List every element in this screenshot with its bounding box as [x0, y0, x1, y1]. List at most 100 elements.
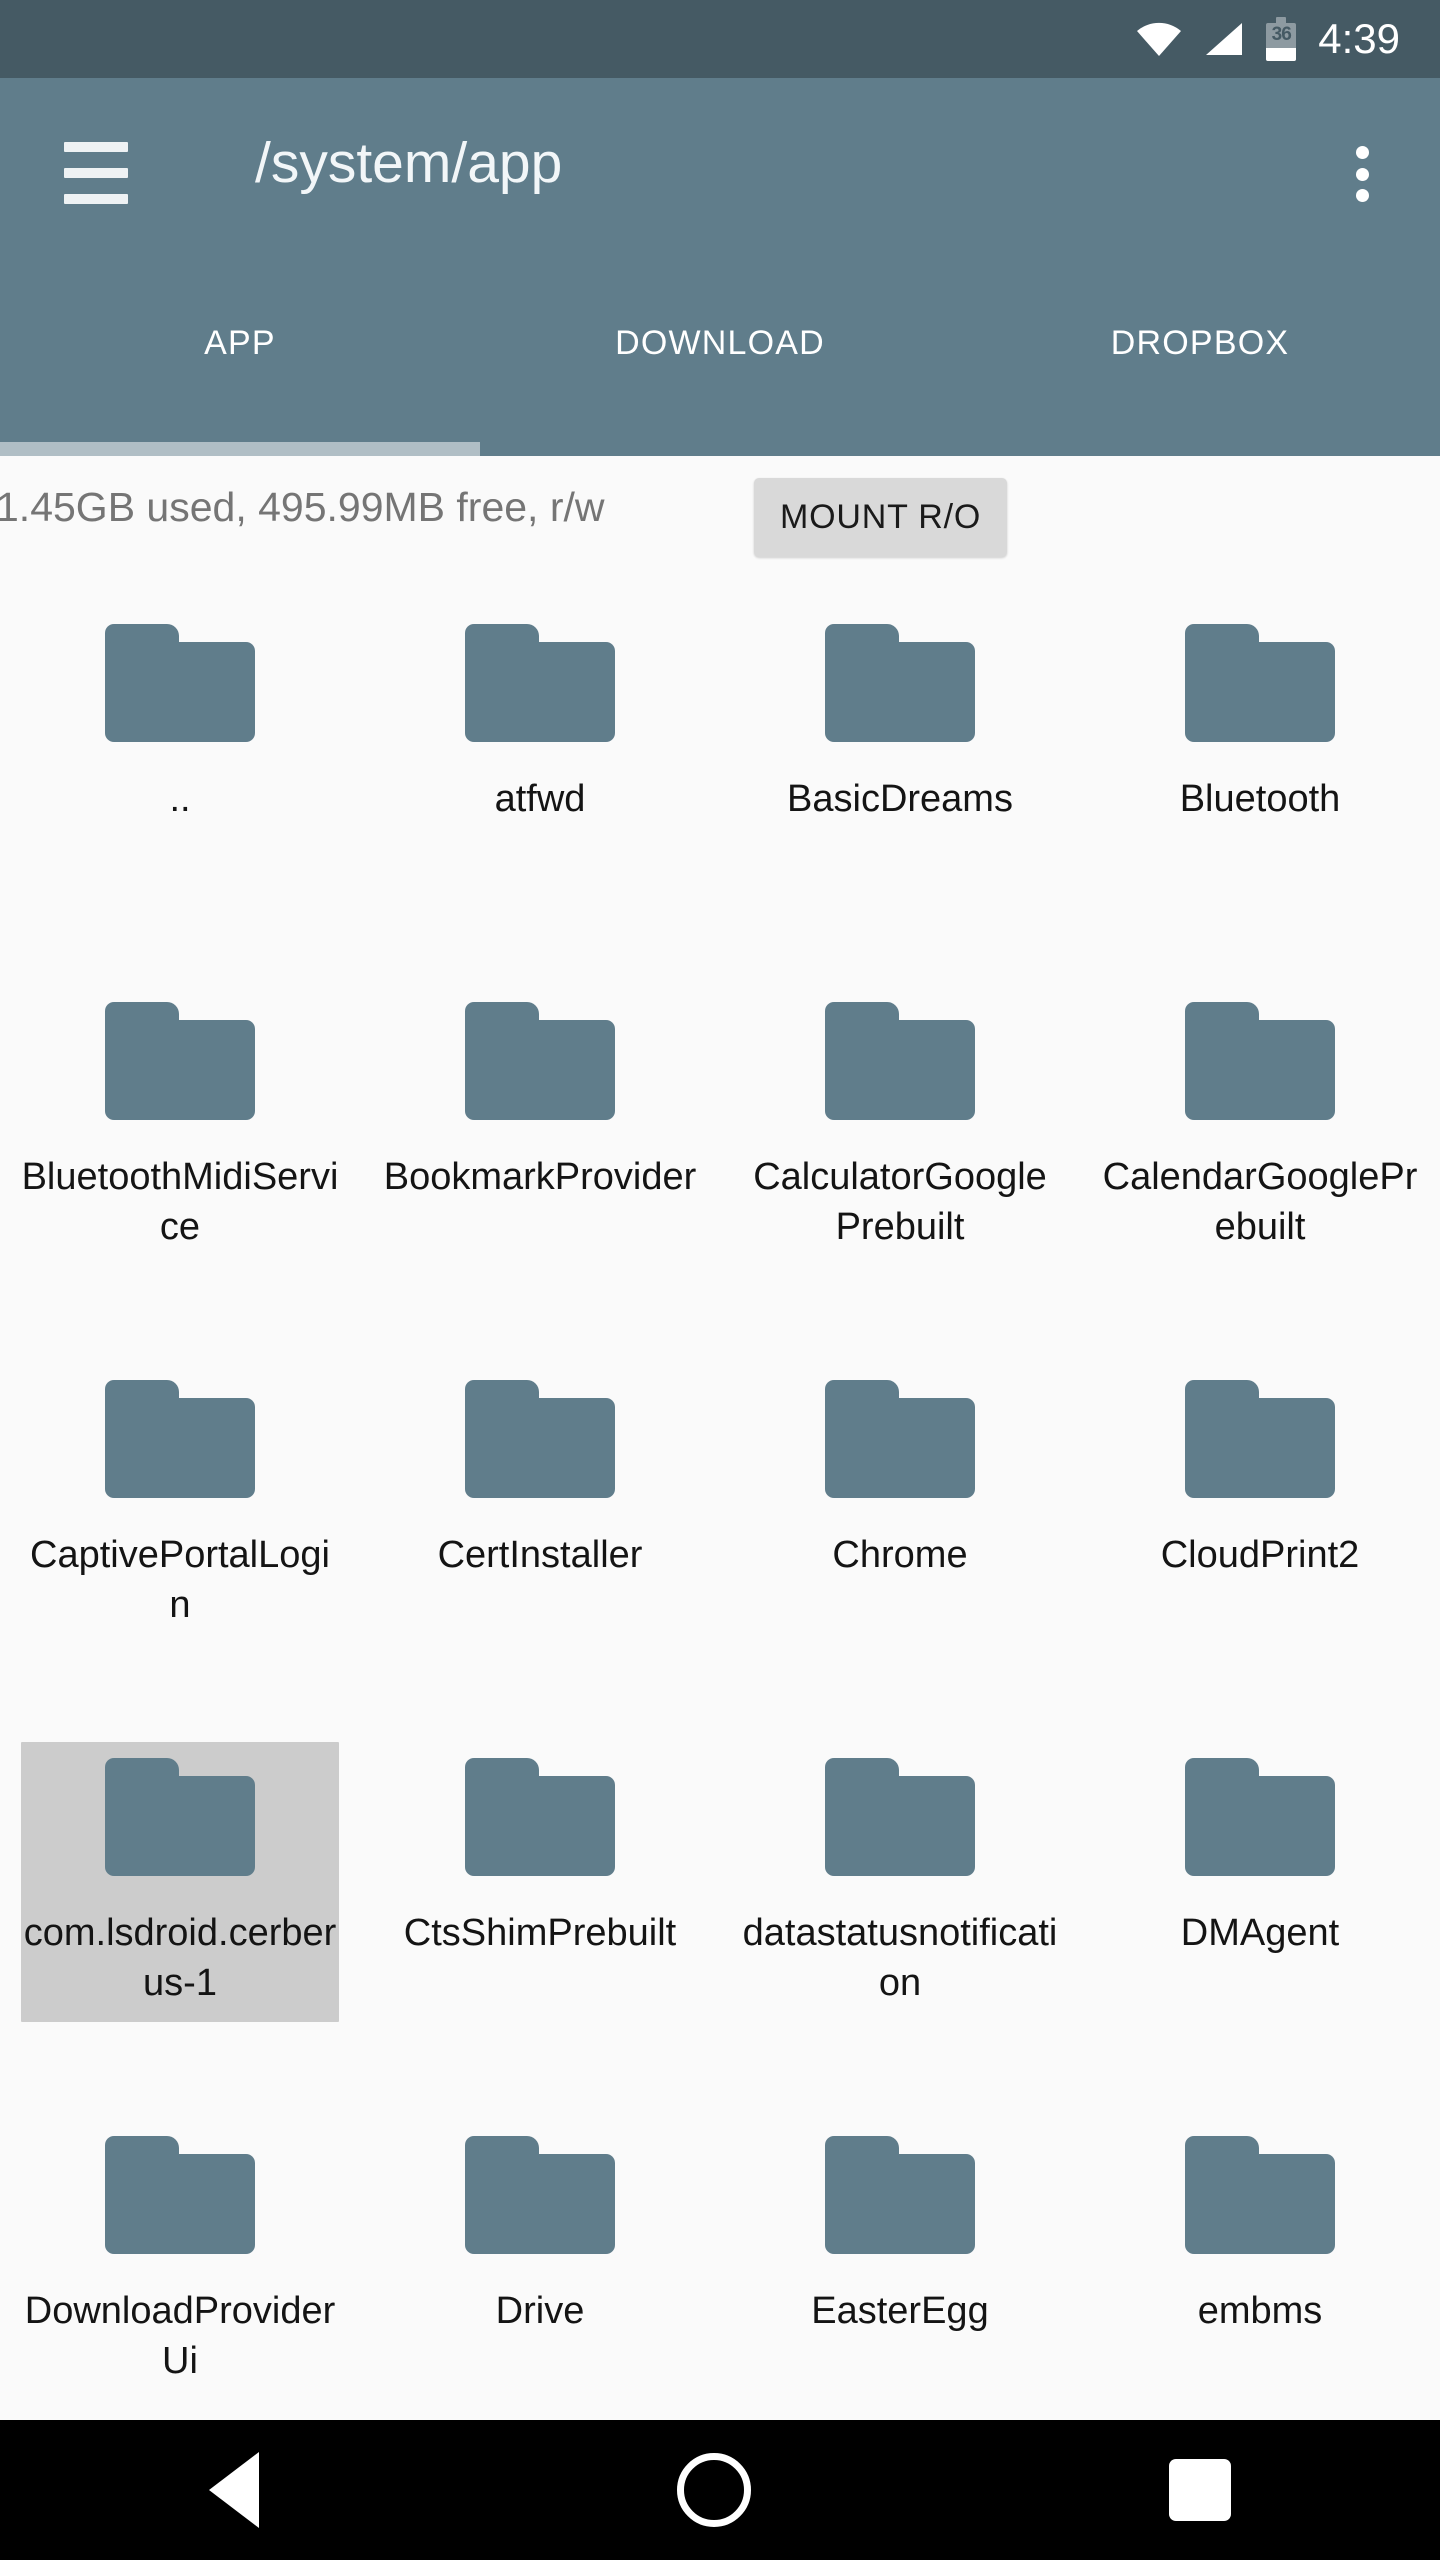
folder-icon	[1185, 1758, 1335, 1876]
folder-icon	[825, 1380, 975, 1498]
file-name-label: DMAgent	[1180, 1912, 1340, 1954]
file-grid-item[interactable]: CalculatorGooglePrebuilt	[720, 964, 1080, 1342]
storage-info-row: 1.45GB used, 495.99MB free, r/w MOUNT R/…	[0, 456, 1440, 586]
file-grid-item-inner: atfwd	[381, 608, 699, 838]
file-browser-content: 1.45GB used, 495.99MB free, r/w MOUNT R/…	[0, 456, 1440, 2420]
folder-icon	[105, 624, 255, 742]
file-name-label: BookmarkProvider	[383, 1156, 697, 1198]
file-grid-item[interactable]: datastatusnotification	[720, 1720, 1080, 2098]
mount-ro-button[interactable]: MOUNT R/O	[754, 478, 1008, 557]
folder-icon	[465, 624, 615, 742]
file-grid-item[interactable]: BluetoothMidiService	[0, 964, 360, 1342]
file-grid-item-inner: embms	[1101, 2120, 1419, 2350]
folder-icon	[1185, 1002, 1335, 1120]
file-grid-item-inner: datastatusnotification	[741, 1742, 1059, 2022]
file-grid-item-inner: DMAgent	[1101, 1742, 1419, 1972]
hamburger-menu-icon[interactable]	[64, 142, 128, 204]
file-grid-item-inner: CalendarGooglePrebuilt	[1101, 986, 1419, 1266]
file-grid-item[interactable]: CalendarGooglePrebuilt	[1080, 964, 1440, 1342]
app-bar: /system/app APP DOWNLOAD DROPBOX	[0, 78, 1440, 456]
status-bar-clock: 4:39	[1318, 15, 1400, 62]
tab-bar: APP DOWNLOAD DROPBOX	[0, 268, 1440, 456]
file-grid-item[interactable]: BasicDreams	[720, 586, 1080, 964]
recents-square-icon[interactable]	[1169, 2459, 1231, 2521]
folder-icon	[105, 1380, 255, 1498]
folder-icon	[825, 1758, 975, 1876]
file-grid-item[interactable]: CaptivePortalLogin	[0, 1342, 360, 1720]
file-grid-item[interactable]: BookmarkProvider	[360, 964, 720, 1342]
battery-icon: 36	[1266, 17, 1297, 61]
file-name-label: BasicDreams	[787, 778, 1013, 820]
file-grid-item[interactable]: EasterEgg	[720, 2098, 1080, 2420]
file-name-label: Chrome	[832, 1534, 968, 1576]
file-grid-item-inner: EasterEgg	[741, 2120, 1059, 2350]
tab-download[interactable]: DOWNLOAD	[480, 268, 960, 456]
file-grid-item[interactable]: embms	[1080, 2098, 1440, 2420]
file-name-label: datastatusnotification	[742, 1912, 1058, 2004]
file-grid-item-inner: CloudPrint2	[1101, 1364, 1419, 1594]
file-name-label: CloudPrint2	[1160, 1534, 1360, 1576]
file-grid-item-inner: DownloadProviderUi	[21, 2120, 339, 2400]
file-name-label: atfwd	[494, 778, 586, 820]
file-grid-item-inner: CalculatorGooglePrebuilt	[741, 986, 1059, 1266]
cell-signal-icon	[1204, 22, 1244, 56]
file-name-label: DownloadProviderUi	[24, 2290, 336, 2382]
tab-app[interactable]: APP	[0, 268, 480, 456]
status-bar: 36 4:39	[0, 0, 1440, 78]
home-circle-icon[interactable]	[677, 2453, 751, 2527]
app-bar-top-row: /system/app	[0, 78, 1440, 268]
folder-icon	[825, 624, 975, 742]
file-grid-item[interactable]: CtsShimPrebuilt	[360, 1720, 720, 2098]
folder-icon	[1185, 1380, 1335, 1498]
folder-icon	[465, 2136, 615, 2254]
active-tab-indicator	[0, 442, 480, 456]
folder-icon	[1185, 624, 1335, 742]
file-grid-item[interactable]: ..	[0, 586, 360, 964]
file-grid-item-inner: ..	[21, 608, 339, 838]
folder-icon	[825, 1002, 975, 1120]
back-triangle-icon[interactable]	[209, 2452, 259, 2528]
file-name-label: embms	[1197, 2290, 1323, 2332]
file-grid-item-inner: Bluetooth	[1101, 608, 1419, 838]
file-name-label: BluetoothMidiService	[21, 1156, 339, 1248]
wifi-icon	[1136, 22, 1182, 56]
file-grid-item[interactable]: CloudPrint2	[1080, 1342, 1440, 1720]
folder-icon	[465, 1380, 615, 1498]
file-grid-item-inner: Chrome	[741, 1364, 1059, 1594]
folder-icon	[825, 2136, 975, 2254]
file-name-label: Bluetooth	[1179, 778, 1341, 820]
file-grid-item-inner: CertInstaller	[381, 1364, 699, 1594]
file-name-label: EasterEgg	[811, 2290, 989, 2332]
file-grid-item[interactable]: Drive	[360, 2098, 720, 2420]
file-grid-item[interactable]: atfwd	[360, 586, 720, 964]
file-grid-item[interactable]: CertInstaller	[360, 1342, 720, 1720]
file-name-label: CalculatorGooglePrebuilt	[753, 1156, 1047, 1248]
file-grid-item[interactable]: com.lsdroid.cerberus-1	[0, 1720, 360, 2098]
file-grid-item-inner: BasicDreams	[741, 608, 1059, 838]
file-grid-item[interactable]: Bluetooth	[1080, 586, 1440, 964]
android-navigation-bar	[0, 2420, 1440, 2560]
file-grid-item[interactable]: DMAgent	[1080, 1720, 1440, 2098]
folder-icon	[1185, 2136, 1335, 2254]
folder-icon	[465, 1758, 615, 1876]
folder-icon	[105, 1758, 255, 1876]
overflow-menu-icon[interactable]	[1334, 146, 1390, 202]
file-name-label: CertInstaller	[437, 1534, 643, 1576]
file-name-label: com.lsdroid.cerberus-1	[23, 1912, 337, 2004]
file-name-label: Drive	[495, 2290, 585, 2332]
file-grid-item-inner: com.lsdroid.cerberus-1	[21, 1742, 339, 2022]
folder-icon	[105, 2136, 255, 2254]
file-name-label: CalendarGooglePrebuilt	[1102, 1156, 1418, 1248]
file-grid-item-inner: CtsShimPrebuilt	[381, 1742, 699, 1972]
file-grid-item-inner: Drive	[381, 2120, 699, 2350]
file-grid-item[interactable]: Chrome	[720, 1342, 1080, 1720]
battery-level-label: 36	[1271, 24, 1292, 45]
page-title: /system/app	[255, 131, 563, 195]
file-grid-item[interactable]: DownloadProviderUi	[0, 2098, 360, 2420]
folder-icon	[105, 1002, 255, 1120]
file-name-label: ..	[169, 778, 191, 820]
tab-dropbox[interactable]: DROPBOX	[960, 268, 1440, 456]
file-grid-item-inner: BluetoothMidiService	[21, 986, 339, 1266]
file-grid: .. atfwd BasicDreams Bluetooth BluetoothMidi…	[0, 586, 1440, 2420]
folder-icon	[465, 1002, 615, 1120]
